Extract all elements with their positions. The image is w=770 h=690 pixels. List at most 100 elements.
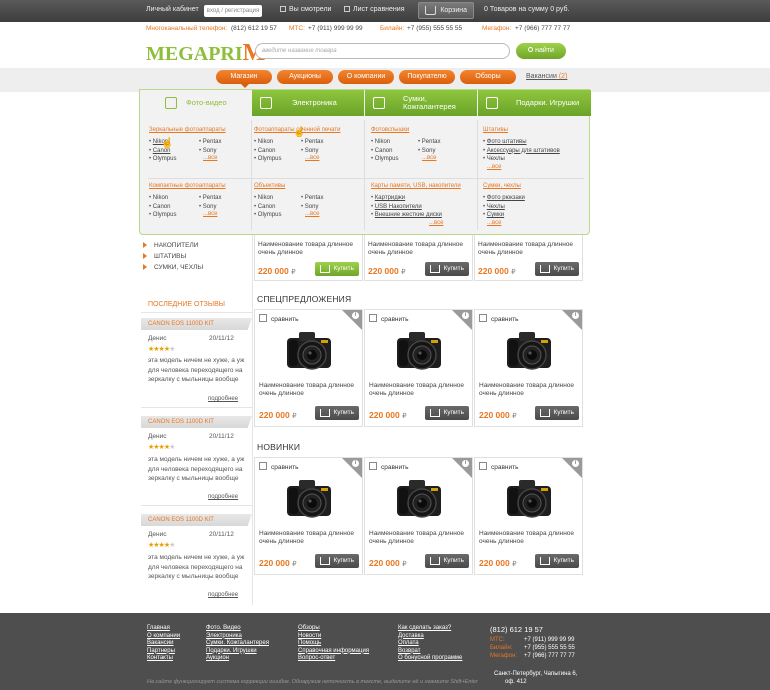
mega-group-title[interactable]: Карты памяти, USB, накопители <box>371 183 461 189</box>
product-card[interactable]: Наименование товара длинное очень длинно… <box>254 235 363 281</box>
mega-link[interactable]: Olympus <box>371 155 399 164</box>
footer-link[interactable]: Обзоры <box>298 625 369 633</box>
mega-group-title[interactable]: Штативы <box>483 127 560 133</box>
mega-link[interactable]: Nikon <box>254 194 281 203</box>
footer-link[interactable]: Вопрос-ответ <box>298 655 369 663</box>
footer-link[interactable]: Справочная информация <box>298 648 369 656</box>
mega-more-link[interactable]: ...все <box>483 164 560 170</box>
info-icon[interactable]: i <box>352 460 359 467</box>
product-image-camera[interactable] <box>285 476 333 522</box>
mega-link[interactable]: Canon <box>254 147 281 156</box>
mega-link[interactable]: Pentax <box>418 138 441 147</box>
mega-link[interactable]: Внешние жесткие диски <box>371 211 461 220</box>
mega-link[interactable]: Olympus <box>254 211 282 220</box>
product-card[interactable]: сравнить i Наименование товара длинное оче… <box>254 309 363 427</box>
search-button[interactable]: найти <box>516 43 566 59</box>
review-more-link[interactable]: подробнее <box>208 592 238 598</box>
mega-more-link[interactable]: ...все <box>301 211 323 217</box>
product-card[interactable]: сравнить i Наименование товара длинное оче… <box>474 309 583 427</box>
footer-link[interactable]: О бонусной программе <box>398 655 462 663</box>
footer-link[interactable]: Сумки. Кожгалантерея <box>206 640 269 648</box>
logo[interactable]: MEGAPRIM <box>146 40 265 67</box>
product-name[interactable]: Наименование товара длинное очень длинно… <box>259 530 361 545</box>
mega-link[interactable]: Olympus <box>254 155 282 164</box>
footer-link[interactable]: Главная <box>147 625 180 633</box>
buy-button[interactable]: Купить <box>315 406 359 420</box>
footer-link[interactable]: Доставка <box>398 633 462 641</box>
mega-more-link[interactable]: ...все <box>199 211 221 217</box>
product-image-camera[interactable] <box>285 328 333 374</box>
footer-link[interactable]: Контакты <box>147 655 180 663</box>
nav-about[interactable]: О компании <box>338 70 394 84</box>
mega-link[interactable]: Аксессуары для штативов <box>483 147 560 156</box>
info-icon[interactable]: i <box>352 312 359 319</box>
mega-link[interactable]: Olympus <box>149 155 177 164</box>
sidebar-item-bags[interactable]: СУМКИ, ЧЕХЛЫ <box>143 264 203 271</box>
mega-link[interactable]: Картриджи <box>371 194 461 203</box>
product-image-camera[interactable] <box>505 476 553 522</box>
mega-link[interactable]: Чехлы <box>483 155 560 164</box>
product-card[interactable]: сравнить i Наименование товара длинное оче… <box>474 457 583 575</box>
product-name[interactable]: Наименование товара длинное очень длинно… <box>479 530 581 545</box>
product-name[interactable]: Наименование товара длинное очень длинно… <box>258 241 358 256</box>
login-link[interactable]: вход / регистрация <box>204 5 262 17</box>
mega-link[interactable]: Pentax <box>199 138 222 147</box>
product-name[interactable]: Наименование товара длинное очень длинно… <box>478 241 578 256</box>
mega-group-title[interactable]: Сумки, чехлы <box>483 183 525 189</box>
nav-customer[interactable]: Покупателю <box>399 70 455 84</box>
compare-checkbox[interactable]: сравнить <box>369 462 409 471</box>
mega-group-title[interactable]: Зеркальные фотоаппараты <box>149 127 226 133</box>
mega-tab-bags[interactable]: Сумки, Кожгалантерея <box>365 90 477 116</box>
product-name[interactable]: Наименование товара длинное очень длинно… <box>368 241 468 256</box>
mega-link[interactable]: Sony <box>199 203 221 212</box>
product-card[interactable]: Наименование товара длинное очень длинно… <box>474 235 583 281</box>
compare-checkbox[interactable]: сравнить <box>479 314 519 323</box>
mega-link[interactable]: Canon <box>371 147 398 156</box>
mega-link[interactable]: Sony <box>418 147 440 156</box>
compare-checkbox[interactable]: сравнить <box>259 314 299 323</box>
sidebar-item-storage[interactable]: НАКОПИТЕЛИ <box>143 242 198 249</box>
mega-link[interactable]: USB Накопители <box>371 203 461 212</box>
buy-button[interactable]: Купить <box>315 262 359 276</box>
nav-reviews[interactable]: Обзоры <box>460 70 516 84</box>
product-name[interactable]: Наименование товара длинное очень длинно… <box>369 530 471 545</box>
compare-checkbox[interactable]: сравнить <box>259 462 299 471</box>
product-image-camera[interactable] <box>395 476 443 522</box>
footer-link[interactable]: Помощь <box>298 640 369 648</box>
mega-link[interactable]: Pentax <box>301 194 324 203</box>
info-icon[interactable]: i <box>462 312 469 319</box>
mega-link[interactable]: Фото рюкзаки <box>483 194 525 203</box>
product-name[interactable]: Наименование товара длинное очень длинно… <box>259 382 361 397</box>
mega-more-link[interactable]: ...все <box>371 220 461 226</box>
product-card[interactable]: Наименование товара длинное очень длинно… <box>364 235 473 281</box>
compare-link[interactable]: Лист сравнения <box>344 6 405 13</box>
compare-checkbox[interactable]: сравнить <box>369 314 409 323</box>
review-product-link[interactable]: CANON EOS 1100D KIT <box>141 514 252 526</box>
mega-more-link[interactable]: ...все <box>301 155 323 161</box>
product-card[interactable]: сравнить i Наименование товара длинное оче… <box>254 457 363 575</box>
mega-link[interactable]: Pentax <box>199 194 222 203</box>
review-more-link[interactable]: подробнее <box>208 494 238 500</box>
mega-more-link[interactable]: ...все <box>199 155 221 161</box>
compare-checkbox[interactable]: сравнить <box>479 462 519 471</box>
product-name[interactable]: Наименование товара длинное очень длинно… <box>369 382 471 397</box>
footer-link[interactable]: Электроника <box>206 633 269 641</box>
footer-link[interactable]: Как сделать заказ? <box>398 625 462 633</box>
footer-link[interactable]: Оплата <box>398 640 462 648</box>
mega-link[interactable]: Olympus <box>149 211 177 220</box>
search-input[interactable]: введите название товара <box>255 43 510 59</box>
mega-link[interactable]: Pentax <box>301 138 324 147</box>
footer-link[interactable]: Подарки. Игрушки <box>206 648 269 656</box>
buy-button[interactable]: Купить <box>535 554 579 568</box>
mega-tab-electronics[interactable]: Электроника <box>252 90 364 116</box>
buy-button[interactable]: Купить <box>535 262 579 276</box>
mega-group-title[interactable]: Компактные фотоаппараты <box>149 183 226 189</box>
product-image-camera[interactable] <box>395 328 443 374</box>
mega-link[interactable]: Чехлы <box>483 203 525 212</box>
footer-link[interactable]: Новости <box>298 633 369 641</box>
mega-link[interactable]: Nikon <box>254 138 281 147</box>
info-icon[interactable]: i <box>572 312 579 319</box>
product-name[interactable]: Наименование товара длинное очень длинно… <box>479 382 581 397</box>
mega-link[interactable]: Nikon <box>371 138 398 147</box>
mega-link[interactable]: Sony <box>199 147 221 156</box>
